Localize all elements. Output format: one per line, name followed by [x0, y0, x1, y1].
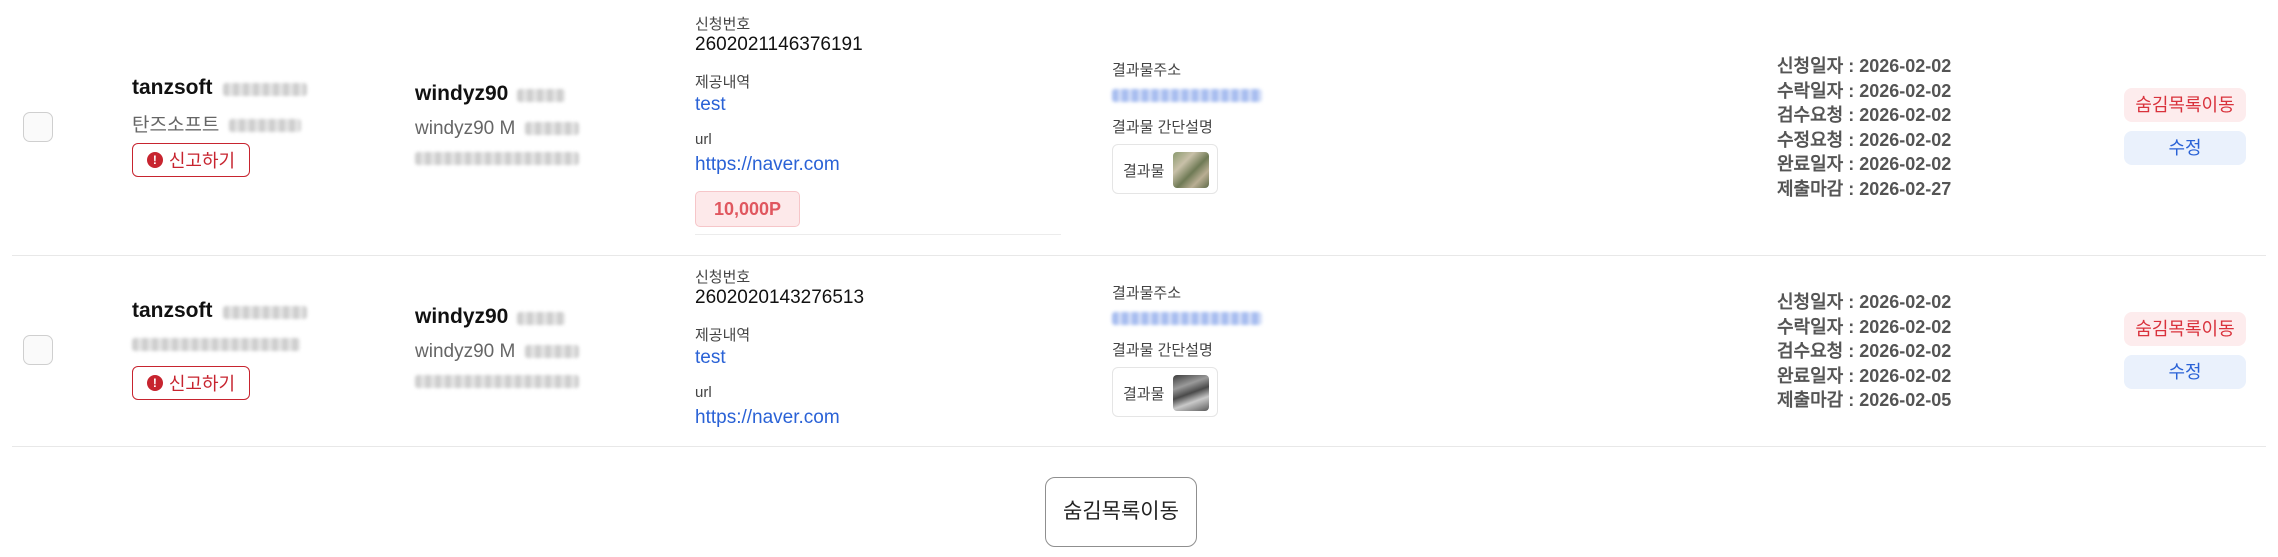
- buyer-sub-line: windyz90 M: [415, 341, 579, 363]
- report-label: 신고하기: [168, 374, 236, 394]
- result-desc-label: 결과물 간단설명: [1112, 119, 1213, 136]
- buyer-sub-line: windyz90 M: [415, 118, 579, 140]
- seller-subname-line: [132, 336, 300, 354]
- masked-phone: [415, 152, 579, 166]
- result-address-label: 결과물주소: [1112, 62, 1182, 79]
- buyer-sub: windyz90 M: [415, 118, 516, 139]
- seller-subname-line: 탄즈소프트: [132, 110, 301, 137]
- table-row: tanzsoft 탄즈소프트 ! 신고하기 windyz90 windyz90 …: [12, 0, 2266, 256]
- masked-text: [228, 119, 301, 133]
- masked-text: [132, 338, 300, 352]
- buyer-sub: windyz90 M: [415, 341, 516, 362]
- date-revision: 수정요청 : 2026-02-02: [1777, 129, 1952, 150]
- buyer-info: windyz90: [415, 82, 565, 106]
- result-address[interactable]: [1112, 310, 1262, 328]
- app-no: 2602021146376191: [695, 34, 863, 55]
- url-link[interactable]: https://naver.com: [695, 154, 840, 176]
- masked-text: [222, 306, 307, 320]
- app-no-label: 신청번호: [695, 16, 751, 33]
- date-inspection: 검수요청 : 2026-02-02: [1777, 105, 1952, 125]
- row-checkbox[interactable]: [23, 335, 53, 365]
- dates-list: 신청일자 : 2026-02-02 수락일자 : 2026-02-02 검수요청…: [1777, 54, 1951, 201]
- alert-circle-icon: !: [146, 375, 163, 391]
- masked-text: [222, 83, 307, 97]
- move-to-hidden-button[interactable]: 숨김목록이동: [2124, 88, 2246, 122]
- provided-link[interactable]: test: [695, 94, 726, 116]
- masked-text: [516, 312, 565, 326]
- report-button[interactable]: ! 신고하기: [132, 366, 250, 400]
- seller-name: tanzsoft: [132, 299, 213, 322]
- result-thumbnail-image: [1173, 152, 1209, 188]
- masked-phone: [415, 375, 579, 389]
- result-address[interactable]: [1112, 87, 1262, 105]
- edit-button[interactable]: 수정: [2124, 355, 2246, 389]
- buyer-id: windyz90: [415, 305, 509, 328]
- move-to-hidden-button[interactable]: 숨김목록이동: [2124, 312, 2246, 346]
- seller-name: tanzsoft: [132, 76, 213, 99]
- date-accepted: 수락일자 : 2026-02-02: [1777, 80, 1952, 101]
- date-completed: 완료일자 : 2026-02-02: [1777, 365, 1952, 386]
- url-link[interactable]: https://naver.com: [695, 407, 840, 429]
- edit-button[interactable]: 수정: [2124, 131, 2246, 165]
- provided-label: 제공내역: [695, 327, 751, 344]
- result-thumb-label: 결과물: [1123, 386, 1165, 403]
- url-label: url: [695, 131, 712, 148]
- result-thumbnail-image: [1173, 375, 1209, 411]
- buyer-info: windyz90: [415, 305, 565, 329]
- date-deadline: 제출마감 : 2026-02-05: [1777, 390, 1952, 410]
- date-applied: 신청일자 : 2026-02-02: [1777, 56, 1952, 76]
- date-inspection: 검수요청 : 2026-02-02: [1777, 341, 1952, 361]
- masked-text: [524, 345, 579, 359]
- date-completed: 완료일자 : 2026-02-02: [1777, 154, 1952, 174]
- masked-text: [516, 89, 565, 103]
- buyer-phone: [415, 373, 579, 391]
- report-button[interactable]: ! 신고하기: [132, 143, 250, 177]
- provided-link[interactable]: test: [695, 347, 726, 369]
- seller-subname: 탄즈소프트: [132, 115, 220, 136]
- date-applied: 신청일자 : 2026-02-02: [1777, 292, 1952, 312]
- app-no: 2602020143276513: [695, 287, 865, 308]
- masked-url: [1112, 312, 1262, 326]
- bulk-move-to-hidden-button[interactable]: 숨김목록이동: [1045, 477, 1197, 547]
- points-badge: 10,000P: [695, 191, 801, 227]
- result-address-label: 결과물주소: [1112, 285, 1182, 302]
- report-label: 신고하기: [168, 151, 236, 171]
- seller-info: tanzsoft: [132, 299, 307, 323]
- result-thumbnail-box[interactable]: 결과물: [1112, 367, 1218, 417]
- alert-circle-icon: !: [146, 152, 163, 168]
- date-accepted: 수락일자 : 2026-02-02: [1777, 316, 1952, 337]
- seller-info: tanzsoft: [132, 76, 307, 100]
- app-no-label: 신청번호: [695, 269, 751, 286]
- divider: [695, 234, 1061, 235]
- date-deadline: 제출마감 : 2026-02-27: [1777, 178, 1952, 199]
- url-label: url: [695, 384, 712, 401]
- result-thumbnail-box[interactable]: 결과물: [1112, 144, 1218, 194]
- masked-url: [1112, 89, 1262, 103]
- masked-text: [524, 122, 579, 136]
- dates-list: 신청일자 : 2026-02-02 수락일자 : 2026-02-02 검수요청…: [1777, 290, 1951, 413]
- result-thumb-label: 결과물: [1123, 163, 1165, 180]
- buyer-id: windyz90: [415, 82, 509, 105]
- table-row: tanzsoft ! 신고하기 windyz90 windyz90 M 신청번호…: [12, 256, 2266, 447]
- row-checkbox[interactable]: [23, 112, 53, 142]
- result-desc-label: 결과물 간단설명: [1112, 342, 1213, 359]
- buyer-phone: [415, 150, 579, 168]
- provided-label: 제공내역: [695, 74, 751, 91]
